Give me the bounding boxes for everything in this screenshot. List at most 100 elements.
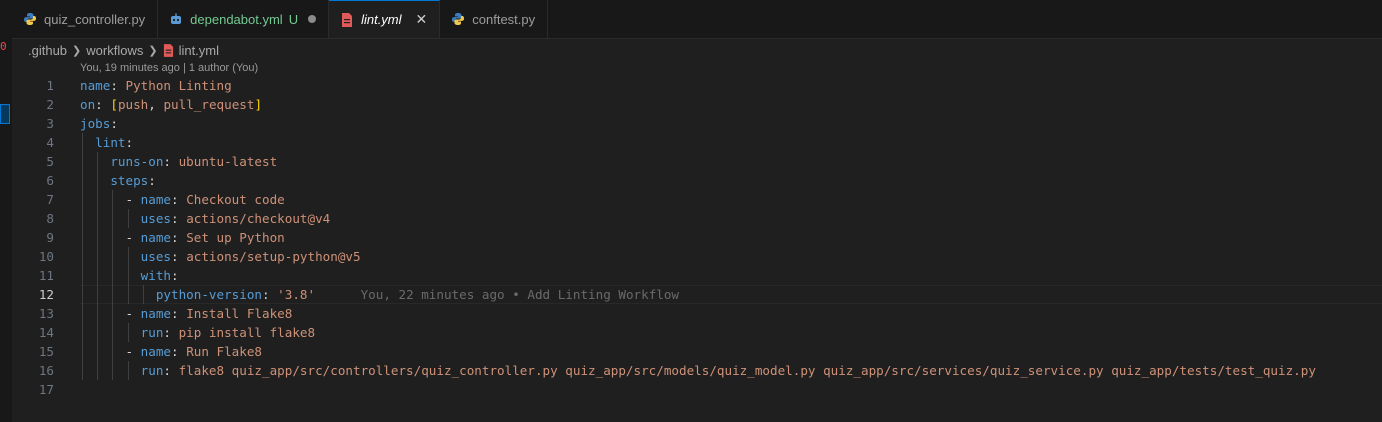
code-line[interactable]: 12 python-version: '3.8' You, 22 minutes…: [0, 285, 1382, 304]
code-token: run: [140, 363, 164, 378]
code-token: python-version: [155, 287, 262, 302]
code-token: ,: [148, 97, 164, 112]
code-line[interactable]: 4 lint:: [0, 133, 1382, 152]
inline-blame: You, 22 minutes ago • Add Linting Workfl…: [315, 287, 680, 302]
tab-quiz-controller[interactable]: quiz_controller.py: [12, 0, 159, 38]
editor-tab-bar: quiz_controller.py dependabot.yml U lint…: [12, 0, 1382, 39]
code-line[interactable]: 8 uses: actions/checkout@v4: [0, 209, 1382, 228]
code-line[interactable]: 5 runs-on: ubuntu-latest: [0, 152, 1382, 171]
chevron-right-icon: ❯: [148, 44, 158, 57]
code-token: :: [163, 325, 179, 340]
code-token: name: [140, 344, 172, 359]
breadcrumb-item-workflows[interactable]: workflows: [86, 43, 143, 58]
breadcrumb-item-github[interactable]: .github: [28, 43, 67, 58]
code-token: with: [140, 268, 172, 283]
code-token: Install Flake8: [186, 306, 293, 321]
tab-dependabot[interactable]: dependabot.yml U: [158, 0, 330, 38]
close-icon[interactable]: ✕: [416, 11, 428, 28]
code-token: :: [171, 192, 187, 207]
code-token: :: [171, 344, 187, 359]
code-token: name: [140, 192, 172, 207]
line-number: 17: [38, 382, 54, 397]
code-token: :: [110, 78, 126, 93]
code-token: lint: [95, 135, 126, 150]
tab-label: dependabot.yml: [190, 11, 283, 27]
code-token: [: [110, 97, 118, 112]
code-token: :: [148, 173, 156, 188]
tab-label: lint.yml: [361, 12, 402, 27]
line-number: 14: [38, 325, 54, 340]
code-line[interactable]: 2 on: [push, pull_request]: [0, 95, 1382, 114]
line-number: 2: [46, 97, 54, 112]
code-token: -: [125, 192, 141, 207]
unsaved-dot-icon[interactable]: [308, 15, 317, 23]
code-line[interactable]: 10 uses: actions/setup-python@v5: [0, 247, 1382, 266]
tab-lint-yml[interactable]: lint.yml ✕: [329, 0, 441, 38]
code-token: :: [125, 135, 134, 150]
bot-icon: [168, 11, 184, 27]
code-token: -: [125, 306, 141, 321]
chevron-right-icon: ❯: [72, 44, 82, 57]
code-editor[interactable]: 1 name: Python Linting 2 on: [push, pull_re…: [0, 76, 1382, 399]
code-line[interactable]: 7 - name: Checkout code: [0, 190, 1382, 209]
code-token: runs-on: [110, 154, 164, 169]
breadcrumb-item-lint-yml[interactable]: lint.yml: [179, 43, 219, 58]
line-number: 7: [46, 192, 54, 207]
line-number: 15: [38, 344, 54, 359]
code-token: -: [125, 344, 141, 359]
code-line[interactable]: 13 - name: Install Flake8: [0, 304, 1382, 323]
code-line[interactable]: 11 with:: [0, 266, 1382, 285]
code-token: :: [163, 363, 179, 378]
line-number: 1: [46, 78, 54, 93]
code-token: pip install flake8: [178, 325, 316, 340]
code-line[interactable]: 17: [0, 380, 1382, 399]
code-text: - name: Run Flake8: [80, 342, 263, 361]
code-text: name: Python Linting: [80, 76, 232, 95]
git-blame-codelens[interactable]: You, 19 minutes ago | 1 author (You): [80, 62, 258, 74]
code-text: run: flake8 quiz_app/src/controllers/qui…: [80, 361, 1316, 380]
code-line[interactable]: 14 run: pip install flake8: [0, 323, 1382, 342]
code-text: steps:: [80, 171, 156, 190]
line-number: 6: [46, 173, 54, 188]
line-number: 8: [46, 211, 54, 226]
code-token: :: [261, 287, 278, 302]
tab-conftest[interactable]: conftest.py: [440, 0, 549, 38]
code-token: jobs: [80, 116, 111, 131]
code-token: pull_request: [163, 97, 255, 112]
code-token: flake8 quiz_app/src/controllers/quiz_con…: [178, 363, 1316, 378]
code-line[interactable]: 16 run: flake8 quiz_app/src/controllers/…: [0, 361, 1382, 380]
code-token: Set up Python: [186, 230, 285, 245]
code-text: lint:: [80, 133, 133, 152]
code-token: on: [80, 97, 96, 112]
code-line[interactable]: 1 name: Python Linting: [0, 76, 1382, 95]
code-token: run: [140, 325, 164, 340]
problem-marker-icon: 0: [0, 40, 7, 53]
line-number: 5: [46, 154, 54, 169]
code-token: :: [171, 249, 187, 264]
code-line[interactable]: 9 - name: Set up Python: [0, 228, 1382, 247]
code-token: name: [140, 306, 172, 321]
code-line[interactable]: 3 jobs:: [0, 114, 1382, 133]
code-token: :: [171, 211, 187, 226]
code-token: :: [171, 268, 179, 283]
tab-label: quiz_controller.py: [44, 11, 146, 27]
code-line[interactable]: 15 - name: Run Flake8: [0, 342, 1382, 361]
code-token: '3.8': [277, 287, 316, 302]
code-token: uses: [140, 211, 172, 226]
code-token: name: [80, 78, 111, 93]
code-text: jobs:: [80, 114, 118, 133]
code-line[interactable]: 6 steps:: [0, 171, 1382, 190]
code-text: uses: actions/setup-python@v5: [80, 247, 361, 266]
